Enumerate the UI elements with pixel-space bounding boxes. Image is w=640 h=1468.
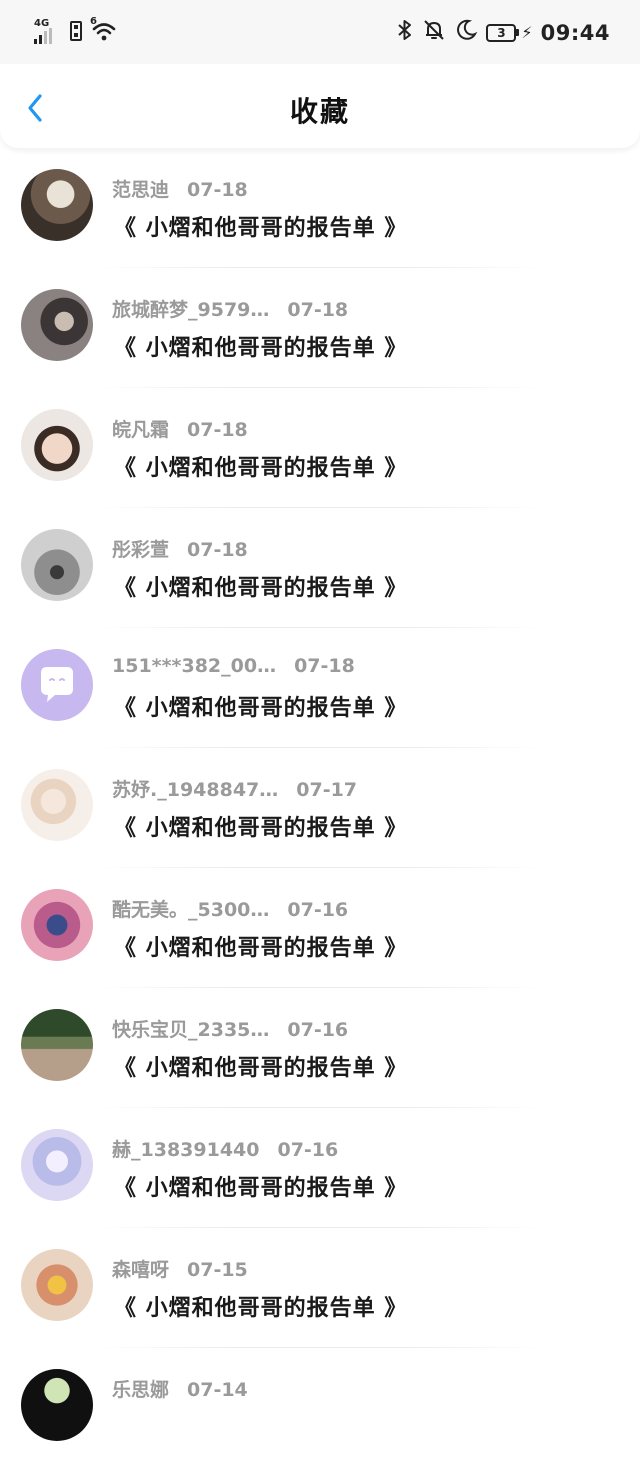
list-item[interactable]: 范思迪 07-18 《 小熠和他哥哥的报告单 》 xyxy=(0,148,640,268)
wifi-icon: 6 xyxy=(90,16,118,43)
user-name: 酷无美。_5300… xyxy=(112,899,270,921)
item-meta: 范思迪 07-18 xyxy=(112,175,248,202)
list-item[interactable]: 酷无美。_5300… 07-16 《 小熠和他哥哥的报告单 》 xyxy=(0,868,640,988)
item-date: 07-16 xyxy=(287,899,349,921)
avatar xyxy=(21,889,93,961)
avatar xyxy=(21,529,93,601)
battery-icon: 3 ⚡ xyxy=(486,23,533,42)
item-meta: 乐思娜 07-14 xyxy=(112,1375,248,1402)
list-item[interactable]: 乐思娜 07-14 xyxy=(0,1348,640,1468)
list-item[interactable]: 森嘻呀 07-15 《 小熠和他哥哥的报告单 》 xyxy=(0,1228,640,1348)
avatar xyxy=(21,169,93,241)
user-name: 皖凡霜 xyxy=(112,419,170,441)
item-title: 《 小熠和他哥哥的报告单 》 xyxy=(114,816,408,841)
item-title: 《 小熠和他哥哥的报告单 》 xyxy=(114,936,408,961)
list-item[interactable]: 旅城醉梦_9579… 07-18 《 小熠和他哥哥的报告单 》 xyxy=(0,268,640,388)
avatar xyxy=(21,289,93,361)
item-meta: 赫_138391440 07-16 xyxy=(112,1135,338,1162)
avatar xyxy=(21,409,93,481)
user-name: 快乐宝贝_2335… xyxy=(112,1019,270,1041)
charging-bolt-icon: ⚡ xyxy=(521,23,533,42)
item-date: 07-14 xyxy=(187,1379,248,1401)
user-name: 151***382_00… xyxy=(112,655,277,677)
list-item[interactable]: 苏妤._1948847… 07-17 《 小熠和他哥哥的报告单 》 xyxy=(0,748,640,868)
item-date: 07-18 xyxy=(294,655,355,677)
item-date: 07-18 xyxy=(187,419,248,441)
sim-card-icon xyxy=(70,21,82,41)
list-item[interactable]: 彤彩萱 07-18 《 小熠和他哥哥的报告单 》 xyxy=(0,508,640,628)
avatar xyxy=(21,1129,93,1201)
status-left: 4G 6 xyxy=(32,16,118,44)
user-name: 苏妤._1948847… xyxy=(112,779,279,801)
status-time: 09:44 xyxy=(540,20,610,45)
user-name: 旅城醉梦_9579… xyxy=(112,299,270,321)
item-date: 07-16 xyxy=(287,1019,349,1041)
item-title: 《 小熠和他哥哥的报告单 》 xyxy=(114,576,408,601)
user-name: 乐思娜 xyxy=(112,1379,170,1401)
item-date: 07-18 xyxy=(287,299,349,321)
item-meta: 皖凡霜 07-18 xyxy=(112,415,248,442)
item-meta: 151***382_00… 07-18 xyxy=(112,655,355,677)
status-right: 3 ⚡ 09:44 xyxy=(396,18,610,47)
item-title: 《 小熠和他哥哥的报告单 》 xyxy=(114,216,408,241)
item-title: 《 小熠和他哥哥的报告单 》 xyxy=(114,1296,408,1321)
item-date: 07-17 xyxy=(296,779,358,801)
user-name: 范思迪 xyxy=(112,179,170,201)
item-title: 《 小熠和他哥哥的报告单 》 xyxy=(114,1176,408,1201)
status-bar: 4G 6 3 ⚡ 09:44 xyxy=(0,0,640,64)
do-not-disturb-moon-icon xyxy=(454,18,478,47)
avatar xyxy=(21,1369,93,1441)
avatar xyxy=(21,769,93,841)
item-date: 07-18 xyxy=(187,179,248,201)
item-meta: 苏妤._1948847… 07-17 xyxy=(112,775,357,802)
favorites-list: 范思迪 07-18 《 小熠和他哥哥的报告单 》 旅城醉梦_9579… 07-1… xyxy=(0,148,640,1468)
default-avatar-icon xyxy=(41,667,73,702)
list-item[interactable]: 151***382_00… 07-18 《 小熠和他哥哥的报告单 》 xyxy=(0,628,640,748)
avatar xyxy=(21,1009,93,1081)
item-date: 07-15 xyxy=(187,1259,248,1281)
item-title: 《 小熠和他哥哥的报告单 》 xyxy=(114,336,408,361)
item-meta: 快乐宝贝_2335… 07-16 xyxy=(112,1015,348,1042)
user-name: 彤彩萱 xyxy=(112,539,170,561)
list-item[interactable]: 赫_138391440 07-16 《 小熠和他哥哥的报告单 》 xyxy=(0,1108,640,1228)
item-title: 《 小熠和他哥哥的报告单 》 xyxy=(114,456,408,481)
item-title: 《 小熠和他哥哥的报告单 》 xyxy=(114,696,408,721)
bluetooth-icon xyxy=(396,18,414,47)
item-meta: 森嘻呀 07-15 xyxy=(112,1255,248,1282)
user-name: 赫_138391440 xyxy=(112,1139,260,1161)
page-title: 收藏 xyxy=(289,95,350,128)
nav-header: 收藏 xyxy=(0,64,640,148)
list-item[interactable]: 快乐宝贝_2335… 07-16 《 小熠和他哥哥的报告单 》 xyxy=(0,988,640,1108)
avatar xyxy=(21,1249,93,1321)
item-title: 《 小熠和他哥哥的报告单 》 xyxy=(114,1056,408,1081)
mute-bell-icon xyxy=(422,18,446,47)
item-meta: 酷无美。_5300… 07-16 xyxy=(112,895,348,922)
battery-level: 3 xyxy=(486,23,517,42)
cellular-signal-icon: 4G xyxy=(32,18,62,44)
user-name: 森嘻呀 xyxy=(112,1259,170,1281)
list-item[interactable]: 皖凡霜 07-18 《 小熠和他哥哥的报告单 》 xyxy=(0,388,640,508)
item-meta: 彤彩萱 07-18 xyxy=(112,535,248,562)
item-meta: 旅城醉梦_9579… 07-18 xyxy=(112,295,348,322)
avatar xyxy=(21,649,93,721)
item-date: 07-18 xyxy=(187,539,248,561)
wifi-standard-label: 6 xyxy=(90,16,97,27)
item-date: 07-16 xyxy=(277,1139,339,1161)
